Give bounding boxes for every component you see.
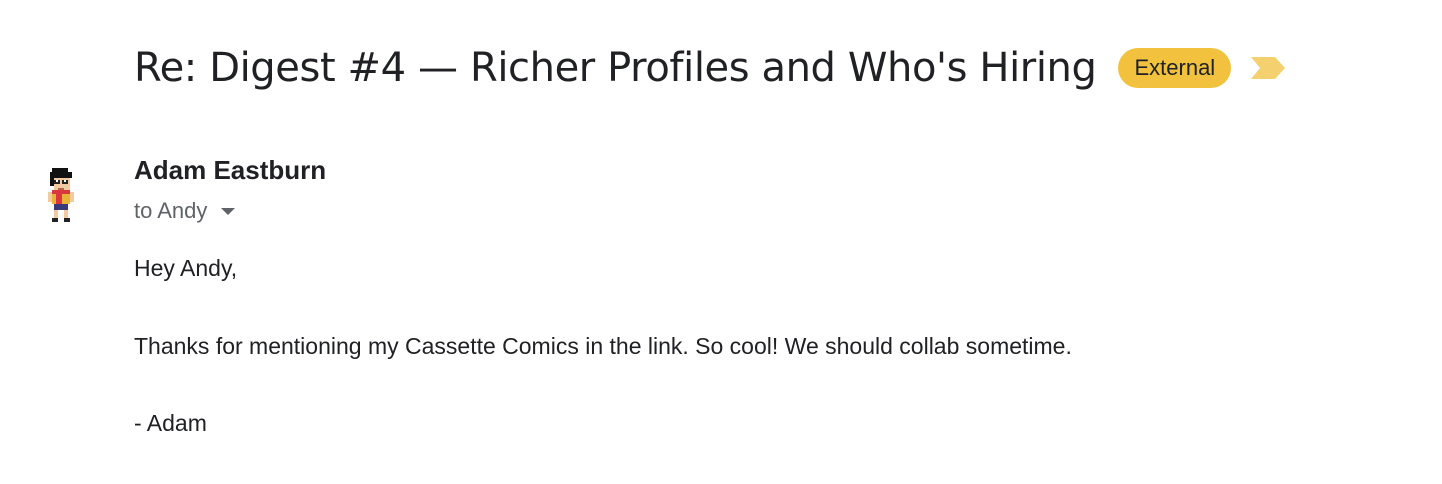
chevron-down-icon[interactable]	[221, 206, 236, 216]
sender-name[interactable]: Adam Eastburn	[134, 155, 326, 186]
email-subject: Re: Digest #4 — Richer Profiles and Who'…	[134, 45, 1097, 91]
label-badge-external[interactable]: External	[1118, 48, 1232, 88]
email-signature: - Adam	[134, 410, 207, 436]
recipients-toggle[interactable]: to Andy	[134, 198, 236, 224]
recipients-label: to Andy	[134, 198, 208, 223]
subject-row: Re: Digest #4 — Richer Profiles and Who'…	[134, 40, 1286, 96]
important-marker-icon[interactable]	[1251, 57, 1286, 79]
email-greeting: Hey Andy,	[134, 255, 238, 281]
email-paragraph: Thanks for mentioning my Cassette Comics…	[134, 333, 1072, 359]
sender-avatar[interactable]	[44, 168, 78, 224]
